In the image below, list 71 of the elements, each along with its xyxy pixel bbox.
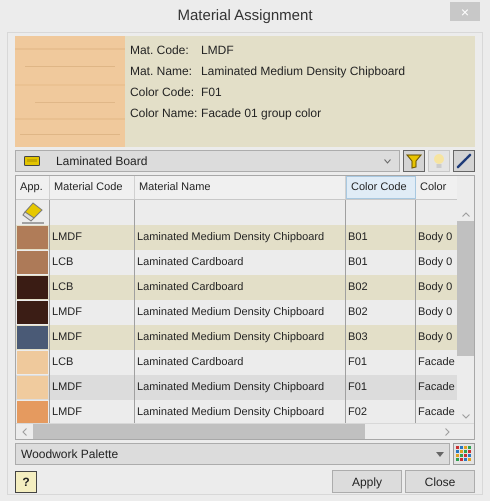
board-icon — [24, 156, 40, 166]
scrollbar-thumb[interactable] — [457, 221, 474, 356]
info-label: Color Name: — [130, 104, 198, 122]
table-cell-text: LMDF — [51, 305, 82, 320]
chevron-icon — [384, 158, 391, 164]
scrollbar-thumb[interactable] — [33, 424, 365, 439]
table-row[interactable]: LMDF Laminated Medium Density Chipboard B01 Body 0 — [16, 225, 457, 250]
table-cell-text: Facade — [417, 405, 455, 420]
table-cell-text: Body 0 — [417, 305, 452, 320]
table-cell-text: Body 0 — [417, 230, 452, 246]
table-cell-text: LCB — [51, 255, 74, 270]
table-row[interactable]: LMDF Laminated Medium Density Chipboard B02 Body 0 — [16, 300, 457, 325]
table-cell-text: F01 — [347, 355, 367, 370]
table-cell-text: Body 0 — [417, 280, 452, 296]
table-cell-text: LMDF — [51, 380, 82, 396]
color-grid-icon — [456, 446, 472, 462]
table-cell-text: Laminated Medium Density Chipboard — [136, 305, 324, 320]
palette-button[interactable] — [453, 443, 475, 465]
eraser-icon[interactable] — [20, 202, 44, 224]
filter-icon — [406, 153, 422, 169]
category-dropdown[interactable]: Laminated Board — [15, 150, 400, 172]
filter-button[interactable] — [403, 150, 425, 172]
table-cell-text: Laminated Cardboard — [136, 280, 244, 296]
table-row[interactable]: LMDF Laminated Medium Density Chipboard B03 Body 0 — [16, 325, 457, 350]
dropdown-arrow-icon — [436, 452, 444, 456]
table-cell-text: Body 0 — [417, 330, 452, 346]
apply-button[interactable]: Apply — [332, 470, 402, 493]
table-cell-text: B01 — [347, 255, 368, 270]
table-cell-text: Facade — [417, 380, 455, 396]
table-cell-text: Laminated Cardboard — [136, 355, 244, 370]
table-row[interactable]: LCB Laminated Cardboard B02 Body 0 — [16, 275, 457, 300]
column-header[interactable]: App. — [16, 176, 50, 199]
table-row[interactable]: LCB Laminated Cardboard B01 Body 0 — [16, 250, 457, 275]
close-dialog-button[interactable]: Close — [405, 470, 475, 493]
table-cell-text: Laminated Medium Density Chipboard — [136, 405, 324, 420]
table-cell-text: Laminated Medium Density Chipboard — [136, 380, 324, 396]
table-cell-text: Facade — [417, 355, 455, 370]
table-cell-text: LMDF — [51, 330, 82, 346]
table-cell-text: Laminated Cardboard — [136, 255, 244, 270]
palette-dropdown[interactable]: Woodwork Palette — [15, 443, 450, 465]
table-cell-text: B02 — [347, 305, 368, 320]
lightbulb-icon — [433, 153, 445, 169]
table-cell-text: Body 0 — [417, 255, 452, 270]
info-label: Color Code: — [130, 84, 196, 100]
table-cell-text: LCB — [51, 355, 74, 370]
table-row[interactable]: LMDF Laminated Medium Density Chipboard F02 Facade — [16, 400, 457, 423]
table-cell-text: Laminated Medium Density Chipboard — [136, 330, 324, 346]
table-cell-text: F02 — [347, 405, 367, 420]
column-header[interactable]: Material Code — [50, 176, 135, 199]
info-label: Mat. Name: — [130, 62, 194, 80]
info-value: F01 — [201, 84, 222, 100]
table-cell-text: B01 — [347, 230, 368, 246]
table-cell-text: Laminated Medium Density Chipboard — [136, 230, 324, 246]
help-button[interactable]: ? — [15, 470, 37, 492]
table-cell-text: B02 — [347, 280, 368, 296]
table-cell-text: LMDF — [51, 230, 82, 246]
table-cell-text: B03 — [347, 330, 368, 346]
info-label: Mat. Code: — [130, 42, 190, 58]
info-value: LMDF — [201, 42, 234, 58]
table-cell-text: F01 — [347, 380, 367, 396]
horizontal-scrollbar[interactable] — [16, 423, 474, 439]
table-row[interactable]: LMDF Laminated Medium Density Chipboard F01 Facade — [16, 375, 457, 400]
table-row[interactable]: LCB Laminated Cardboard F01 Facade — [16, 350, 457, 375]
vertical-scrollbar[interactable] — [457, 176, 474, 423]
eyedropper-button[interactable] — [453, 150, 475, 172]
info-value: Laminated Medium Density Chipboard — [201, 62, 406, 80]
column-header[interactable]: Color Code — [346, 176, 416, 199]
info-value: Facade 01 group color — [201, 104, 322, 122]
table-cell-text: LCB — [51, 280, 74, 296]
table-cell-text: LMDF — [51, 405, 82, 420]
window-title: Material Assignment — [177, 6, 313, 26]
